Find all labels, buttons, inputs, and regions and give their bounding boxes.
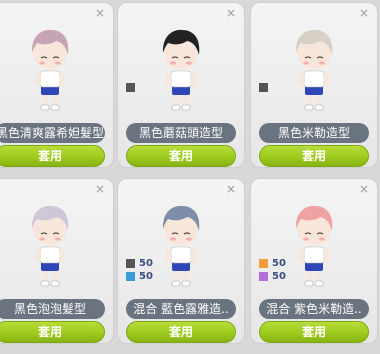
swatch-percent: 50 <box>139 257 153 269</box>
swatch-row: 50 <box>126 257 153 269</box>
hair-name: 黑色蘑菇頭造型 <box>126 123 236 143</box>
avatar <box>154 203 208 289</box>
color-swatch <box>126 258 135 268</box>
color-swatches: 50 50 <box>259 257 286 283</box>
color-swatches: 50 50 <box>126 257 153 283</box>
apply-button[interactable]: 套用 <box>126 321 236 343</box>
character-sprite <box>295 29 333 111</box>
swatch-row <box>259 81 272 93</box>
close-icon[interactable]: × <box>359 7 369 19</box>
hair-name: 混合 藍色露雅造.. <box>126 299 236 319</box>
color-swatch <box>259 258 268 268</box>
hair-name: 黑色米勒造型 <box>259 123 369 143</box>
close-icon[interactable]: × <box>95 183 105 195</box>
character-sprite <box>295 205 333 287</box>
avatar <box>23 27 77 113</box>
close-icon[interactable]: × <box>95 7 105 19</box>
swatch-percent: 50 <box>272 270 286 282</box>
hair-card: × 黑色米勒造型 套用 <box>250 2 378 168</box>
swatch-row: 50 <box>259 270 286 282</box>
apply-button[interactable]: 套用 <box>0 145 105 167</box>
close-icon[interactable]: × <box>226 183 236 195</box>
hair-name: 黑色泡泡髮型 <box>0 299 105 319</box>
hair-name: 黑色清爽露希妲髮型 <box>0 123 105 143</box>
swatch-row: 50 <box>126 270 153 282</box>
swatch-percent: 50 <box>272 257 286 269</box>
hair-card: × 50 50 混合 藍色露雅造.. 套用 <box>117 178 245 344</box>
hair-name: 混合 紫色米勒造.. <box>259 299 369 319</box>
apply-button[interactable]: 套用 <box>126 145 236 167</box>
character-sprite <box>31 205 69 287</box>
color-swatch <box>126 82 135 92</box>
close-icon[interactable]: × <box>359 183 369 195</box>
color-swatch <box>259 271 268 281</box>
swatch-percent: 50 <box>139 270 153 282</box>
hair-card: × 黑色泡泡髮型 套用 <box>0 178 114 344</box>
color-swatches <box>126 81 139 94</box>
color-swatch <box>126 271 135 281</box>
swatch-row: 50 <box>259 257 286 269</box>
character-sprite <box>31 29 69 111</box>
apply-button[interactable]: 套用 <box>259 145 369 167</box>
close-icon[interactable]: × <box>226 7 236 19</box>
hair-card: × 50 50 混合 紫色米勒造.. 套用 <box>250 178 378 344</box>
color-swatch <box>259 82 268 92</box>
avatar <box>287 203 341 289</box>
hair-card: × 黑色蘑菇頭造型 套用 <box>117 2 245 168</box>
apply-button[interactable]: 套用 <box>259 321 369 343</box>
avatar <box>287 27 341 113</box>
color-swatches <box>259 81 272 94</box>
hair-card: × 黑色清爽露希妲髮型 套用 <box>0 2 114 168</box>
character-sprite <box>162 29 200 111</box>
character-sprite <box>162 205 200 287</box>
apply-button[interactable]: 套用 <box>0 321 105 343</box>
swatch-row <box>126 81 139 93</box>
avatar <box>23 203 77 289</box>
avatar <box>154 27 208 113</box>
